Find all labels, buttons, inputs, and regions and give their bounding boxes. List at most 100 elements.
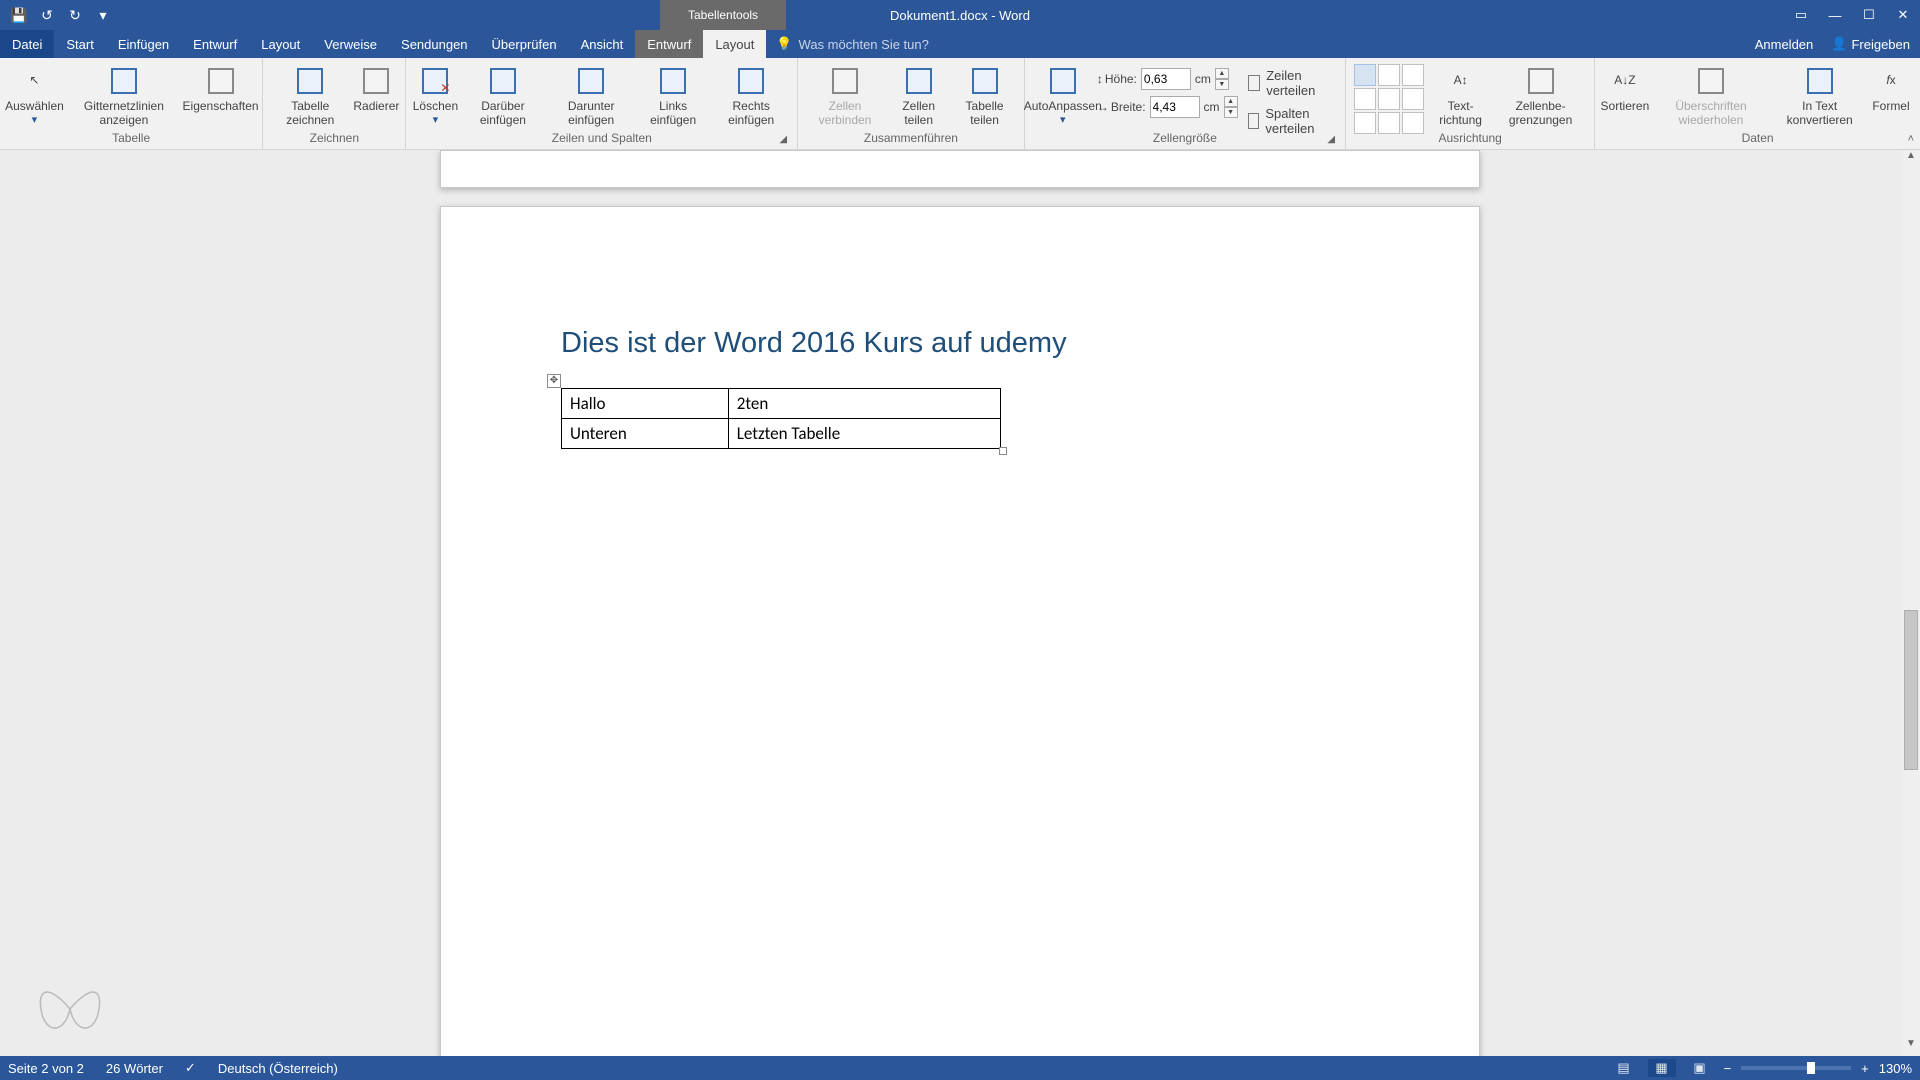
zoom-slider[interactable] <box>1741 1066 1851 1070</box>
tab-layout[interactable]: Layout <box>249 30 312 58</box>
collapse-ribbon-icon[interactable]: ˄ <box>1908 133 1914 145</box>
distribute-cols-icon <box>1248 113 1260 129</box>
insert-above-label: Darüber einfügen <box>464 100 541 128</box>
status-page[interactable]: Seite 2 von 2 <box>8 1061 84 1076</box>
scroll-down-icon[interactable]: ▼ <box>1902 1038 1920 1056</box>
height-icon: ↕ <box>1097 72 1103 86</box>
table-cell[interactable]: 2ten <box>728 389 1000 419</box>
scroll-thumb[interactable] <box>1904 610 1918 770</box>
split-table-button[interactable]: Tabelle teilen <box>952 62 1018 128</box>
height-spinner[interactable]: ▲▼ <box>1215 68 1229 90</box>
group-cell-size: AutoAnpassen ▾ ↕Höhe: cm ▲▼ ↔Breite: cm … <box>1025 58 1347 149</box>
undo-icon[interactable]: ↺ <box>36 4 58 26</box>
tab-datei[interactable]: Datei <box>0 30 54 58</box>
properties-button[interactable]: Eigenschaften <box>185 62 256 114</box>
gridlines-label: Gitternetzlinien anzeigen <box>69 100 179 128</box>
zoom-out-icon[interactable]: − <box>1724 1061 1732 1076</box>
tab-start[interactable]: Start <box>54 30 105 58</box>
save-icon[interactable]: 💾 <box>8 4 30 26</box>
delete-button[interactable]: Löschen ▾ <box>412 62 458 126</box>
scroll-up-icon[interactable]: ▲ <box>1902 150 1920 168</box>
group-zeichnen-label: Zeichnen <box>269 131 399 147</box>
width-label: Breite: <box>1111 100 1146 114</box>
select-button[interactable]: ↖ Auswählen ▾ <box>6 62 63 126</box>
autofit-button[interactable]: AutoAnpassen ▾ <box>1031 62 1095 126</box>
status-language[interactable]: Deutsch (Österreich) <box>218 1061 338 1076</box>
tab-tabletools-entwurf[interactable]: Entwurf <box>635 30 703 58</box>
group-tabelle-label: Tabelle <box>6 131 256 147</box>
dialog-launcher-icon[interactable]: ◢ <box>777 134 789 146</box>
print-layout-icon[interactable]: ▦ <box>1648 1059 1676 1077</box>
eraser-button[interactable]: Radierer <box>353 62 399 114</box>
split-table-label: Tabelle teilen <box>956 100 1014 128</box>
document-area: Dies ist der Word 2016 Kurs auf udemy ✥ … <box>0 150 1920 1056</box>
alignment-grid[interactable] <box>1352 62 1428 134</box>
split-cells-label: Zellen teilen <box>892 100 946 128</box>
distribute-rows-label: Zeilen verteilen <box>1266 68 1333 98</box>
gridlines-button[interactable]: Gitternetzlinien anzeigen <box>65 62 183 128</box>
group-rows-cols: Löschen ▾ Darüber einfügen Darunter einf… <box>406 58 798 149</box>
tab-sendungen[interactable]: Sendungen <box>389 30 480 58</box>
web-layout-icon[interactable]: ▣ <box>1686 1059 1714 1077</box>
tab-tabletools-layout[interactable]: Layout <box>703 30 766 58</box>
tell-me-search[interactable]: 💡 Was möchten Sie tun? <box>766 30 939 58</box>
vertical-scrollbar[interactable]: ▲ ▼ <box>1902 150 1920 1056</box>
heading-1[interactable]: Dies ist der Word 2016 Kurs auf udemy <box>561 327 1359 360</box>
group-zeichnen: Tabelle zeichnen Radierer Zeichnen <box>263 58 406 149</box>
draw-table-button[interactable]: Tabelle zeichnen <box>269 62 351 128</box>
insert-right-button[interactable]: Rechts einfügen <box>711 62 791 128</box>
table-row[interactable]: Hallo 2ten <box>562 389 1001 419</box>
qat-customize-icon[interactable]: ▾ <box>92 4 114 26</box>
convert-text-button[interactable]: In Text konvertieren <box>1773 62 1866 128</box>
tab-ansicht[interactable]: Ansicht <box>569 30 636 58</box>
table-row[interactable]: Unteren Letzten Tabelle <box>562 419 1001 449</box>
zoom-in-icon[interactable]: + <box>1861 1061 1869 1076</box>
cell-margins-button[interactable]: Zellenbe-grenzungen <box>1493 62 1588 128</box>
tab-einfuegen[interactable]: Einfügen <box>106 30 181 58</box>
table-move-handle-icon[interactable]: ✥ <box>547 374 561 388</box>
dropdown-icon: ▾ <box>433 114 439 127</box>
page[interactable]: Dies ist der Word 2016 Kurs auf udemy ✥ … <box>440 206 1480 1056</box>
document-table[interactable]: Hallo 2ten Unteren Letzten Tabelle <box>561 388 1001 449</box>
group-rows-cols-label: Zeilen und Spalten ◢ <box>412 131 791 147</box>
ribbon-display-icon[interactable]: ▭ <box>1784 0 1818 30</box>
group-data-label: Daten <box>1601 131 1914 147</box>
split-cells-button[interactable]: Zellen teilen <box>888 62 950 128</box>
table-cell[interactable]: Hallo <box>562 389 729 419</box>
tab-verweise[interactable]: Verweise <box>312 30 389 58</box>
col-width-input[interactable] <box>1150 96 1200 118</box>
maximize-icon[interactable]: ☐ <box>1852 0 1886 30</box>
tab-ueberpruefen[interactable]: Überprüfen <box>480 30 569 58</box>
redo-icon[interactable]: ↻ <box>64 4 86 26</box>
share-button[interactable]: 👤 Freigeben <box>1831 36 1910 52</box>
distribute-rows-button[interactable]: Zeilen verteilen <box>1248 68 1334 98</box>
sign-in-link[interactable]: Anmelden <box>1755 37 1814 52</box>
convert-text-icon <box>1803 64 1837 98</box>
read-mode-icon[interactable]: ▤ <box>1610 1059 1638 1077</box>
repeat-header-label: Überschriften wiederholen <box>1655 100 1768 128</box>
tab-entwurf[interactable]: Entwurf <box>181 30 249 58</box>
insert-below-button[interactable]: Darunter einfügen <box>547 62 635 128</box>
minimize-icon[interactable]: — <box>1818 0 1852 30</box>
group-tabelle: ↖ Auswählen ▾ Gitternetzlinien anzeigen … <box>0 58 263 149</box>
zoom-level[interactable]: 130% <box>1879 1061 1912 1076</box>
formula-button[interactable]: fx Formel <box>1868 62 1914 114</box>
row-height-input[interactable] <box>1141 68 1191 90</box>
select-label: Auswählen <box>5 100 64 114</box>
insert-above-button[interactable]: Darüber einfügen <box>460 62 545 128</box>
table-cell[interactable]: Letzten Tabelle <box>728 419 1000 449</box>
width-icon: ↔ <box>1097 100 1109 114</box>
insert-right-label: Rechts einfügen <box>715 100 787 128</box>
dialog-launcher-icon[interactable]: ◢ <box>1325 134 1337 146</box>
width-spinner[interactable]: ▲▼ <box>1224 96 1238 118</box>
insert-left-icon <box>656 64 690 98</box>
sort-button[interactable]: A↓Z Sortieren <box>1601 62 1648 114</box>
status-spellcheck[interactable]: ✓ <box>185 1060 196 1076</box>
close-icon[interactable]: ✕ <box>1886 0 1920 30</box>
status-word-count[interactable]: 26 Wörter <box>106 1061 163 1076</box>
insert-left-button[interactable]: Links einfügen <box>637 62 709 128</box>
table-cell[interactable]: Unteren <box>562 419 729 449</box>
table-resize-handle-icon[interactable] <box>999 447 1007 455</box>
text-direction-button[interactable]: A↕ Text-richtung <box>1430 62 1491 128</box>
pencil-table-icon <box>293 64 327 98</box>
